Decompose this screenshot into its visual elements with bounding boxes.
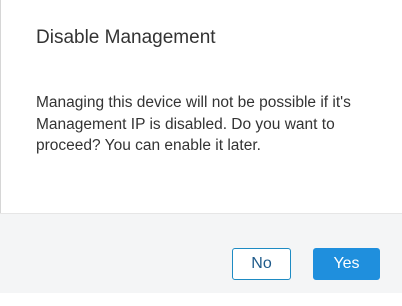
dialog-title: Disable Management bbox=[36, 27, 216, 48]
dialog-footer: No Yes bbox=[0, 213, 402, 293]
dialog-message: Managing this device will not be possibl… bbox=[36, 94, 351, 154]
no-button[interactable]: No bbox=[232, 248, 291, 280]
yes-button[interactable]: Yes bbox=[313, 248, 380, 280]
confirmation-dialog: Disable Management Managing this device … bbox=[0, 0, 402, 306]
